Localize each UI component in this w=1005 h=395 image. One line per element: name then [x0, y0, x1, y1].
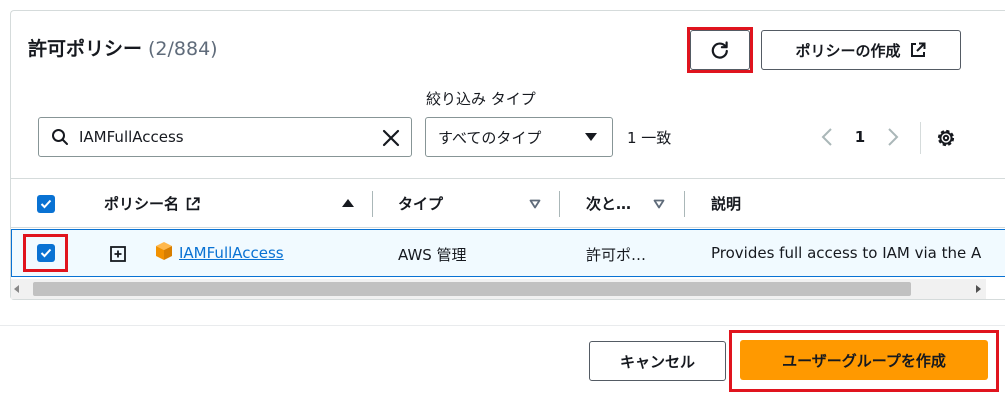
footer-divider	[0, 325, 1005, 326]
pager-divider	[920, 122, 921, 154]
panel-header: 許可ポリシー (2/884)	[28, 34, 218, 61]
clear-icon[interactable]	[381, 128, 401, 148]
settings-icon[interactable]	[934, 126, 958, 150]
pagination: 1	[816, 124, 904, 150]
selection-count: (2/884)	[148, 38, 218, 60]
expand-icon[interactable]	[110, 246, 126, 262]
current-page[interactable]: 1	[838, 128, 882, 146]
search-icon	[51, 128, 69, 146]
external-link-icon	[186, 196, 200, 210]
match-count: 1 一致	[627, 129, 672, 147]
sort-icon[interactable]	[529, 199, 541, 209]
panel-title: 許可ポリシー	[28, 38, 143, 60]
column-header-type[interactable]: タイプ	[398, 193, 443, 214]
column-divider	[559, 191, 560, 217]
cancel-button[interactable]: キャンセル	[589, 341, 726, 381]
column-header-attached-as[interactable]: 次と…	[586, 193, 631, 214]
scrollbar-thumb[interactable]	[33, 282, 911, 296]
policy-type-cell: AWS 管理	[398, 246, 467, 264]
sort-icon[interactable]	[653, 199, 665, 209]
create-user-group-button[interactable]: ユーザーグループを作成	[740, 340, 988, 380]
table-header: ポリシー名 タイプ 次と… 説明	[11, 178, 1005, 228]
previous-page-button[interactable]	[816, 124, 838, 150]
chevron-right-icon	[888, 128, 899, 146]
table-row[interactable]: IAMFullAccess AWS 管理 許可ポ… Provides full …	[11, 229, 1005, 277]
refresh-highlight	[687, 27, 753, 73]
external-link-icon	[910, 42, 925, 57]
attached-as-cell: 許可ポ…	[586, 246, 647, 264]
column-header-description[interactable]: 説明	[711, 193, 741, 214]
scroll-right-arrow[interactable]	[976, 285, 981, 293]
column-divider	[684, 191, 685, 217]
chevron-left-icon	[821, 128, 832, 146]
create-policy-button[interactable]: ポリシーの作成	[761, 30, 961, 70]
column-header-policy-name[interactable]: ポリシー名	[104, 193, 201, 214]
description-cell: Provides full access to IAM via the A	[711, 244, 982, 262]
check-icon	[40, 199, 52, 209]
next-page-button[interactable]	[882, 124, 904, 150]
scroll-left-arrow[interactable]	[14, 285, 19, 293]
column-divider	[372, 191, 373, 217]
horizontal-scrollbar[interactable]	[11, 279, 986, 299]
aws-managed-policy-icon	[156, 242, 172, 260]
search-input[interactable]	[79, 128, 369, 146]
search-field[interactable]	[38, 117, 412, 157]
column-label: ポリシー名	[104, 195, 180, 213]
type-select-value: すべてのタイプ	[438, 128, 542, 147]
create-policy-label: ポリシーの作成	[795, 41, 901, 60]
policy-name-link[interactable]: IAMFullAccess	[179, 244, 284, 262]
caret-down-icon	[585, 133, 597, 141]
sort-ascending-icon[interactable]	[341, 198, 355, 208]
row-checkbox-highlight	[23, 234, 68, 272]
type-filter-select[interactable]: すべてのタイプ	[425, 117, 613, 157]
filter-type-label: 絞り込み タイプ	[426, 90, 536, 108]
select-all-checkbox[interactable]	[37, 195, 55, 213]
